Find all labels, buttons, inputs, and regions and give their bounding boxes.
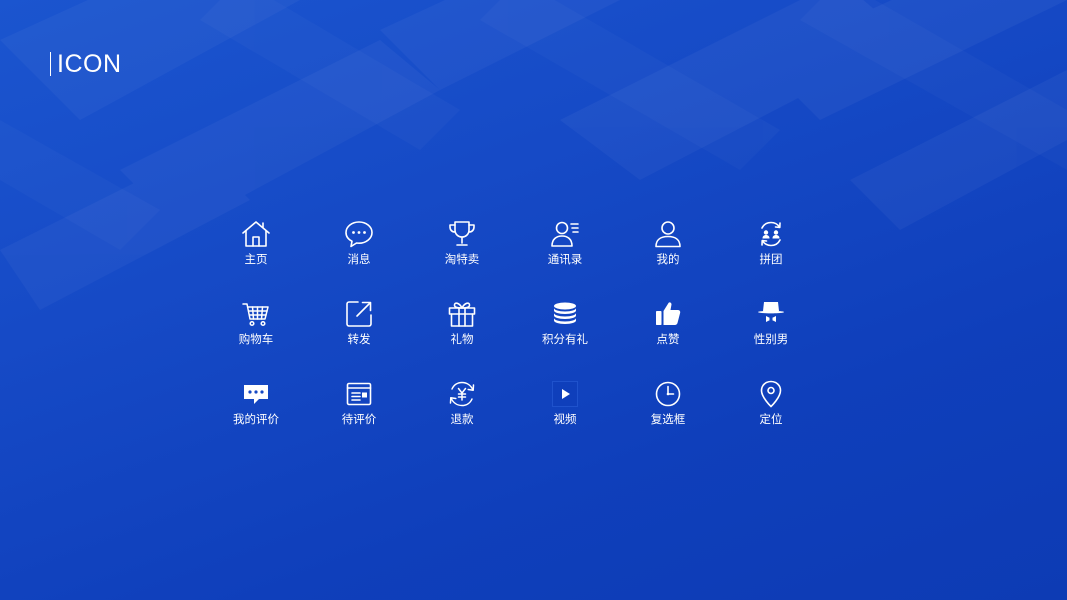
refund-icon [446,378,478,410]
coin-stack-icon [549,298,581,330]
icon-tile-checkbox[interactable]: 复选框 [628,378,708,438]
user-icon [652,218,684,250]
icon-label: 购物车 [238,332,274,346]
icon-tile-location[interactable]: 定位 [731,378,811,438]
title-divider [50,52,51,76]
video-play-icon [549,378,581,410]
icon-label: 积分有礼 [542,332,588,346]
group-buy-icon [755,218,787,250]
icon-tile-male[interactable]: 性别男 [731,298,811,358]
icon-label: 通讯录 [547,252,583,266]
icon-tile-gift[interactable]: 礼物 [422,298,502,358]
thumbs-up-icon [652,298,684,330]
page-title: ICON [50,50,122,78]
icon-label: 性别男 [753,332,789,346]
message-bubble-icon [343,218,375,250]
location-pin-icon [755,378,787,410]
contacts-icon [549,218,581,250]
icon-tile-group-buy[interactable]: 拼团 [731,218,811,278]
icon-label: 点赞 [656,332,680,346]
icon-label: 我的 [656,252,680,266]
icon-tile-video[interactable]: 视频 [525,378,605,438]
pending-review-icon [343,378,375,410]
icon-label: 视频 [553,412,577,426]
icon-tile-refund[interactable]: 退款 [422,378,502,438]
icon-tile-my-reviews[interactable]: 我的评价 [216,378,296,438]
icon-tile-points[interactable]: 积分有礼 [525,298,605,358]
gift-icon [446,298,478,330]
icon-tile-contacts[interactable]: 通讯录 [525,218,605,278]
icon-label: 复选框 [650,412,686,426]
icon-label: 消息 [347,252,371,266]
icon-tile-like[interactable]: 点赞 [628,298,708,358]
icon-label: 拼团 [759,252,783,266]
clock-icon [652,378,684,410]
icon-tile-cart[interactable]: 购物车 [216,298,296,358]
icon-tile-forward[interactable]: 转发 [319,298,399,358]
home-icon [240,218,272,250]
icon-label: 退款 [450,412,474,426]
icon-tile-me[interactable]: 我的 [628,218,708,278]
share-forward-icon [343,298,375,330]
icon-tile-taotemai[interactable]: 淘特卖 [422,218,502,278]
icon-label: 主页 [244,252,268,266]
shopping-cart-icon [240,298,272,330]
page-title-text: ICON [57,50,122,78]
icon-label: 待评价 [341,412,377,426]
icon-label: 转发 [347,332,371,346]
icon-tile-pending-review[interactable]: 待评价 [319,378,399,438]
icon-label: 定位 [759,412,783,426]
icon-label: 礼物 [450,332,474,346]
gentleman-icon [755,298,787,330]
trophy-icon [446,218,478,250]
icon-tile-home[interactable]: 主页 [216,218,296,278]
comment-icon [240,378,272,410]
icon-label: 我的评价 [233,412,279,426]
icon-label: 淘特卖 [444,252,480,266]
icon-tile-message[interactable]: 消息 [319,218,399,278]
